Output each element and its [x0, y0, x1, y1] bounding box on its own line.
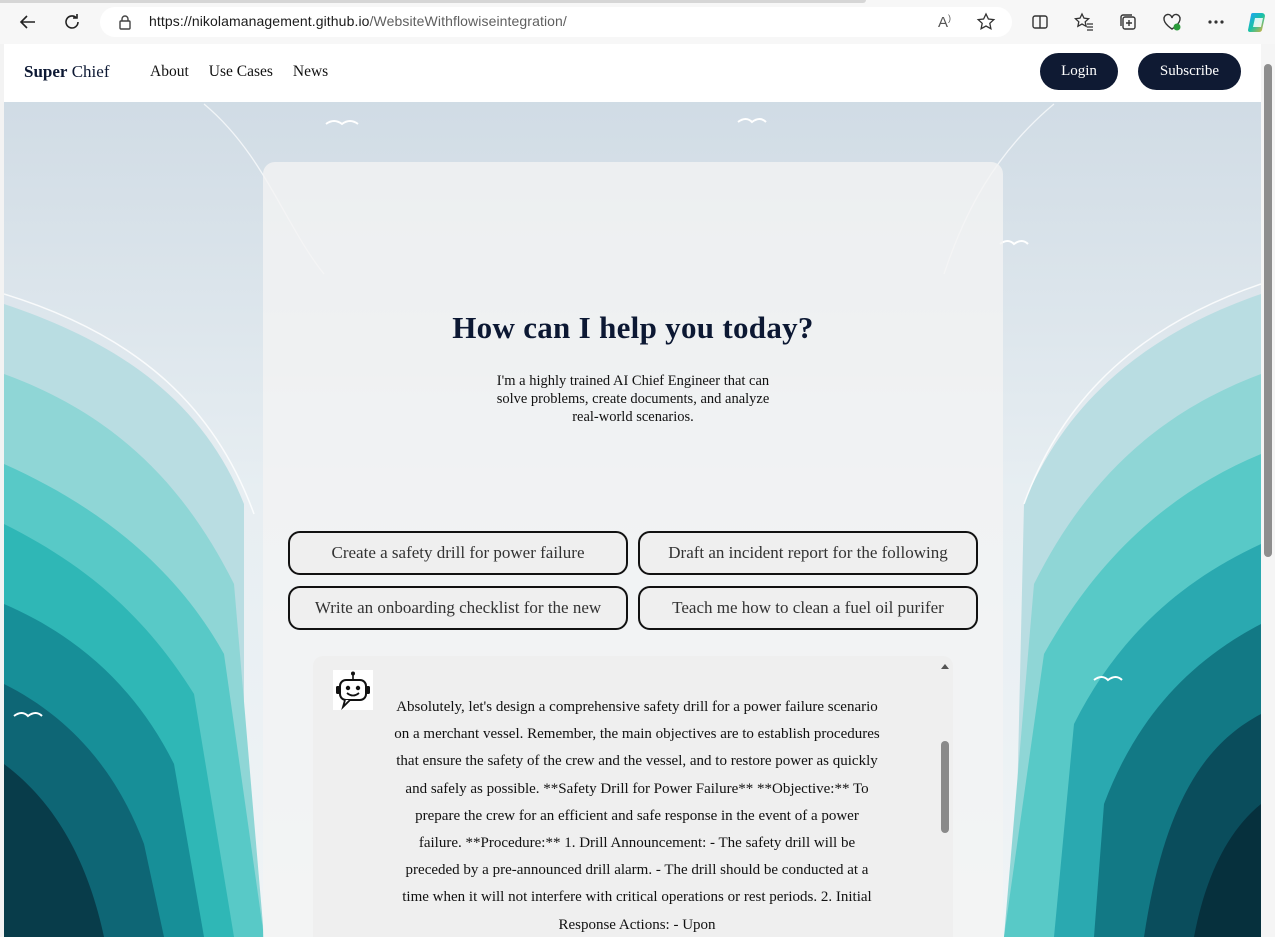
refresh-icon[interactable] — [58, 8, 86, 36]
suggestion-button-safety-drill[interactable]: Create a safety drill for power failure — [288, 531, 628, 575]
subscribe-button[interactable]: Subscribe — [1138, 53, 1241, 90]
robot-icon — [333, 670, 373, 711]
scroll-up-arrow-icon[interactable] — [940, 662, 950, 670]
address-bar[interactable]: https://nikolamanagement.github.io/Websi… — [100, 7, 1012, 37]
brand-bold: Super — [24, 62, 68, 81]
chat-scrollbar[interactable] — [937, 656, 953, 937]
read-aloud-label: A — [938, 14, 949, 31]
nav-about[interactable]: About — [150, 63, 189, 81]
web-page: Super Chief About Use Cases News Login S… — [4, 44, 1261, 937]
nav-use-cases[interactable]: Use Cases — [209, 63, 273, 81]
browser-essentials-icon[interactable] — [1159, 9, 1185, 35]
page-scrollbar[interactable] — [1261, 44, 1275, 937]
brand-rest: Chief — [71, 62, 110, 81]
favorite-star-icon[interactable] — [976, 12, 996, 37]
login-button[interactable]: Login — [1040, 53, 1118, 90]
browser-toolbar: https://nikolamanagement.github.io/Websi… — [0, 0, 1275, 44]
url-text[interactable]: https://nikolamanagement.github.io/Websi… — [149, 13, 567, 29]
suggestion-button-onboarding-checklist[interactable]: Write an onboarding checklist for the ne… — [288, 586, 628, 630]
chat-scroll-thumb[interactable] — [941, 741, 949, 833]
tab-strip-edge — [0, 0, 866, 3]
favorites-icon[interactable] — [1071, 9, 1097, 35]
url-host: https://nikolamanagement.github.io — [149, 13, 370, 29]
chat-window[interactable]: Absolutely, let's design a comprehensive… — [313, 656, 953, 937]
nav-news[interactable]: News — [293, 63, 328, 81]
url-path: /WebsiteWithflowiseintegration/ — [369, 13, 567, 29]
back-arrow-icon[interactable] — [14, 8, 42, 36]
suggestion-button-fuel-oil-purifier[interactable]: Teach me how to clean a fuel oil purifer — [638, 586, 978, 630]
more-icon[interactable] — [1203, 9, 1229, 35]
page-scroll-thumb[interactable] — [1264, 64, 1272, 557]
copilot-icon[interactable] — [1245, 9, 1271, 35]
read-aloud-icon[interactable]: A) — [938, 13, 951, 31]
lock-icon[interactable] — [118, 14, 132, 35]
hero-title: How can I help you today? — [452, 310, 814, 345]
hero-subtitle: I'm a highly trained AI Chief Engineer t… — [496, 373, 770, 425]
bot-message: Absolutely, let's design a comprehensive… — [394, 699, 880, 933]
site-header: Super Chief About Use Cases News Login S… — [4, 44, 1261, 102]
main-nav: About Use Cases News — [150, 63, 328, 81]
suggestion-button-incident-report[interactable]: Draft an incident report for the followi… — [638, 531, 978, 575]
split-screen-icon[interactable] — [1027, 9, 1053, 35]
collections-icon[interactable] — [1115, 9, 1141, 35]
brand-logo[interactable]: Super Chief — [24, 62, 110, 82]
